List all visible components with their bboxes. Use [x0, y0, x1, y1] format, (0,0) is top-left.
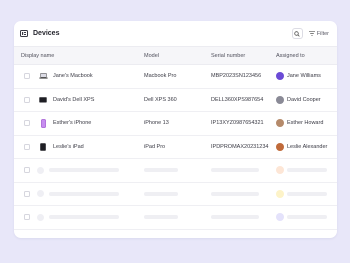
laptop-dark-icon	[37, 97, 49, 103]
device-name: Leslie's iPad	[53, 143, 84, 150]
search-icon	[294, 30, 300, 37]
assignee-name: Jane Williams	[287, 73, 321, 80]
skeleton-row	[14, 206, 337, 230]
row-checkbox[interactable]	[24, 190, 30, 197]
skeleton-avatar	[276, 189, 284, 198]
device-serial: IPDPROMAX20231234	[211, 143, 269, 150]
device-model: iPad Pro	[144, 143, 166, 150]
skeleton-avatar	[276, 213, 284, 222]
row-checkbox[interactable]	[24, 120, 30, 127]
avatar	[276, 72, 284, 81]
device-model: Macbook Pro	[144, 73, 177, 80]
device-name: Esther's iPhone	[53, 120, 92, 127]
search-button[interactable]	[291, 28, 303, 39]
device-model: iPhone 13	[144, 120, 169, 127]
skeleton-bar	[49, 191, 119, 196]
column-header-assigned[interactable]: Assigned to	[276, 53, 337, 59]
skeleton-row	[14, 183, 337, 206]
table-header: Display name Model Serial number Assigne…	[14, 46, 337, 65]
skeleton-icon	[37, 190, 44, 198]
tablet-icon	[37, 142, 49, 151]
skeleton-bar	[49, 168, 119, 173]
filter-button[interactable]: Filter	[307, 29, 331, 39]
assignee-name: Leslie Alexander	[287, 143, 328, 150]
avatar	[276, 95, 284, 104]
phone-icon	[37, 118, 49, 128]
table-row[interactable]: Esther's iPhone iPhone 13 IP13XYZ0987654…	[14, 112, 337, 136]
skeleton-bar	[144, 191, 178, 196]
table-row[interactable]: Jane's Macbook Macbook Pro MBP2023SN1234…	[14, 65, 337, 89]
device-name: David's Dell XPS	[53, 96, 95, 103]
laptop-icon	[37, 73, 49, 79]
skeleton-avatar	[276, 166, 284, 175]
skeleton-row	[14, 159, 337, 183]
row-checkbox[interactable]	[24, 96, 30, 103]
filter-label: Filter	[316, 30, 329, 37]
device-name: Jane's Macbook	[53, 73, 93, 80]
skeleton-bar	[287, 215, 327, 220]
devices-icon	[20, 30, 28, 37]
skeleton-bar	[287, 168, 327, 173]
device-serial: DELL360XPS987654	[211, 96, 264, 103]
row-checkbox[interactable]	[24, 73, 30, 80]
column-header-name[interactable]: Display name	[14, 53, 144, 59]
device-serial: MBP2023SN123456	[211, 73, 262, 80]
column-header-serial[interactable]: Serial number	[211, 53, 276, 59]
skeleton-bar	[287, 191, 327, 196]
filter-icon	[308, 31, 315, 36]
avatar	[276, 142, 284, 151]
table-row[interactable]: Leslie's iPad iPad Pro IPDPROMAX20231234…	[14, 136, 337, 159]
assignee-name: David Cooper	[287, 96, 321, 103]
devices-card: Devices Filter Display name Model Serial…	[14, 21, 337, 238]
card-header: Devices Filter	[14, 21, 337, 46]
skeleton-bar	[49, 215, 119, 220]
table-row[interactable]: David's Dell XPS Dell XPS 360 DELL360XPS…	[14, 89, 337, 112]
skeleton-bar	[211, 215, 259, 220]
skeleton-icon	[37, 213, 44, 221]
row-checkbox[interactable]	[24, 167, 30, 174]
column-header-model[interactable]: Model	[144, 53, 211, 59]
skeleton-icon	[37, 166, 44, 174]
device-model: Dell XPS 360	[144, 96, 177, 103]
row-checkbox[interactable]	[24, 143, 30, 150]
skeleton-bar	[144, 168, 178, 173]
skeleton-bar	[211, 168, 259, 173]
avatar	[276, 119, 284, 128]
skeleton-bar	[211, 191, 259, 196]
assignee-name: Esther Howard	[287, 120, 324, 127]
skeleton-bar	[144, 215, 178, 220]
device-serial: IP13XYZ0987654321	[211, 120, 264, 127]
row-checkbox[interactable]	[24, 214, 30, 221]
page-title: Devices	[33, 30, 60, 37]
